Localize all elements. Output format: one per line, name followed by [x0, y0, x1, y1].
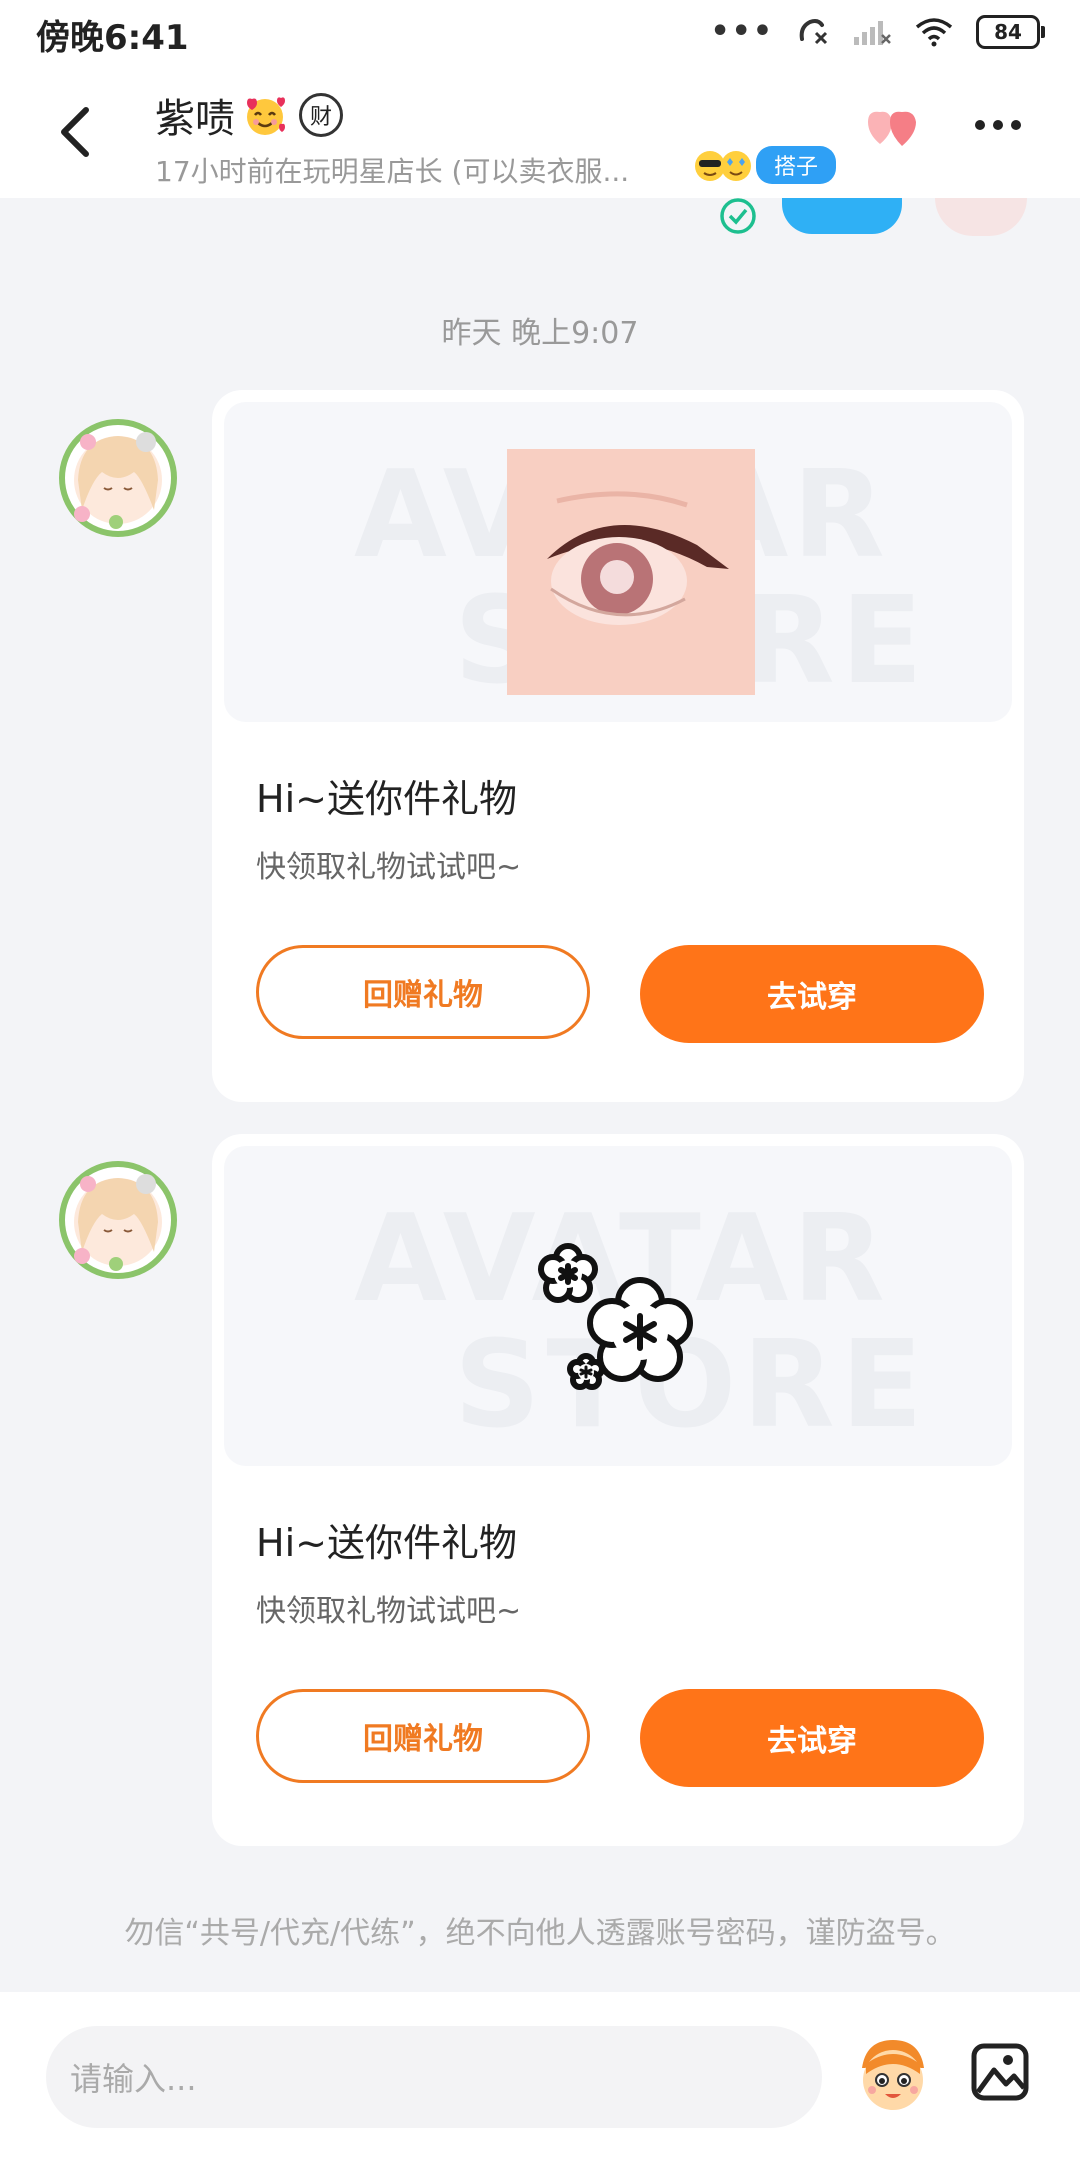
- signal-icon: [854, 20, 891, 45]
- status-bar: 傍晚6:41 ••• 84: [0, 0, 1080, 72]
- gift-message-card: AVATAR STORE Hi~送你件礼物 快领取礼物试试吧~ 回赠礼物 去试穿: [212, 390, 1024, 1102]
- call-muted-icon: [799, 18, 828, 44]
- sender-avatar[interactable]: [58, 418, 178, 538]
- gift-title: Hi~送你件礼物: [256, 1521, 517, 1565]
- buddy-tag-label: 搭子: [756, 146, 837, 184]
- gift-title: Hi~送你件礼物: [256, 777, 517, 821]
- try-on-button[interactable]: 去试穿: [640, 1689, 984, 1787]
- input-bar: 请输入...: [0, 1992, 1080, 2160]
- gift-message-card: AVATAR STORE Hi~送你件礼物 快领取礼物试试吧~ 回赠礼物 去试穿: [212, 1134, 1024, 1846]
- status-icons: ••• 84: [710, 14, 1045, 49]
- chat-header: 紫啧 财 17小时前在玩明星店长 (可以卖衣服... 搭子: [0, 72, 1080, 198]
- gift-preview[interactable]: AVATAR STORE: [224, 1146, 1012, 1466]
- flower-sticker-item-image: [538, 1243, 693, 1390]
- gift-description: 快领取礼物试试吧~: [256, 1594, 522, 1629]
- verified-check-icon: [720, 198, 756, 234]
- return-gift-button[interactable]: 回赠礼物: [256, 945, 590, 1039]
- contact-name: 紫啧: [155, 96, 235, 142]
- sender-avatar[interactable]: [58, 1160, 178, 1280]
- gift-preview[interactable]: AVATAR STORE: [224, 402, 1012, 722]
- back-arrow-icon[interactable]: [52, 102, 102, 162]
- try-on-button[interactable]: 去试穿: [640, 945, 984, 1043]
- security-warning: 勿信“共号/代充/代练”，绝不向他人透露账号密码，谨防盗号。: [124, 1916, 956, 1951]
- message-timestamp: 昨天 晚上9:07: [441, 316, 639, 351]
- chat-title: 紫啧 财: [155, 86, 343, 144]
- status-time: 傍晚6:41: [36, 18, 189, 58]
- gift-description: 快领取礼物试试吧~: [256, 850, 522, 885]
- battery-indicator: 84: [976, 14, 1045, 49]
- intimacy-hearts-icon[interactable]: [860, 102, 930, 158]
- follow-button[interactable]: [782, 198, 902, 234]
- more-notifications-icon: •••: [710, 14, 774, 49]
- mascot-sticker-icon[interactable]: [852, 2034, 934, 2116]
- message-input[interactable]: 请输入...: [46, 2026, 822, 2128]
- buddy-tag[interactable]: 搭子: [692, 146, 837, 184]
- eye-makeup-item-image: [507, 449, 755, 695]
- partner-avatar-peek: [935, 198, 1027, 236]
- last-active-status: 17小时前在玩明星店长 (可以卖衣服...: [155, 155, 630, 188]
- smiling-face-with-hearts-icon: [247, 97, 285, 135]
- image-picker-icon[interactable]: [968, 2040, 1032, 2104]
- return-gift-button[interactable]: 回赠礼物: [256, 1689, 590, 1783]
- wifi-icon: [915, 17, 953, 46]
- more-options-icon[interactable]: [975, 120, 1021, 130]
- wealth-badge: 财: [299, 93, 343, 137]
- buddy-emoji-icon: [695, 151, 751, 181]
